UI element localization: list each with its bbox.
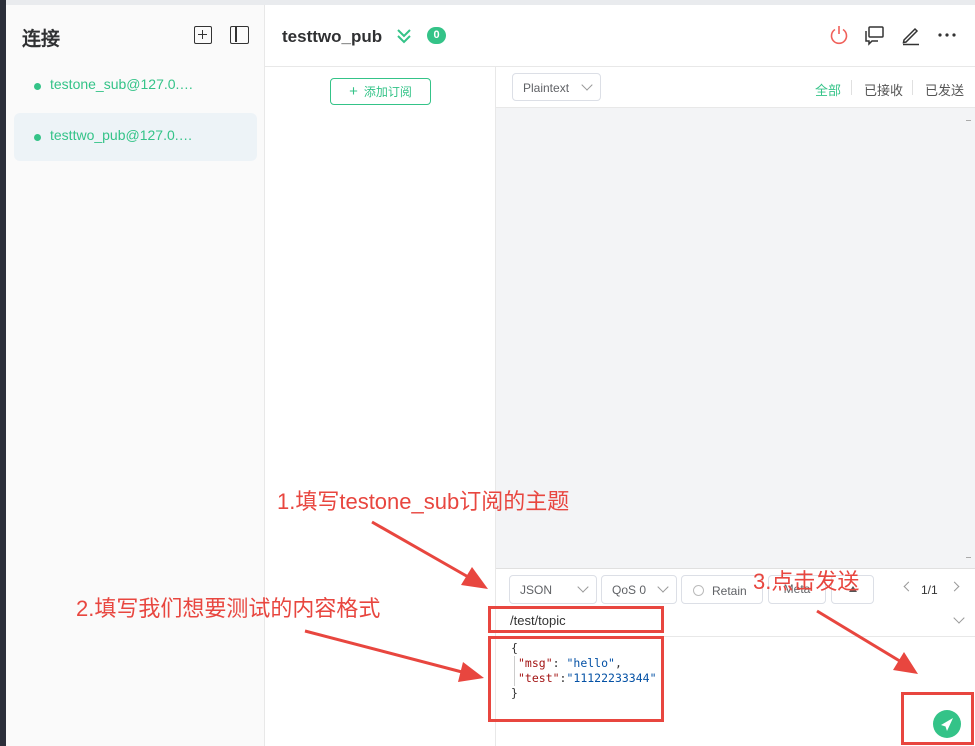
retain-label: Retain (712, 584, 747, 598)
subscriptions-panel: + 添加订阅 (265, 67, 496, 746)
message-format-value: Plaintext (523, 81, 570, 95)
edit-icon[interactable] (900, 24, 922, 46)
filter-divider (851, 80, 852, 95)
connections-sidebar: 连接 testone_sub@127.0.… testtwo_pub@127.0… (6, 5, 265, 746)
message-count-badge: 0 (427, 27, 446, 44)
connection-item-testone-sub[interactable]: testone_sub@127.0.… (14, 62, 257, 110)
qos-select[interactable]: QoS 0 (601, 575, 677, 604)
add-subscription-button[interactable]: + 添加订阅 (330, 78, 431, 105)
radio-circle-icon (693, 585, 704, 596)
payload-format-select[interactable]: JSON (509, 575, 597, 604)
chevron-down-icon (581, 79, 593, 91)
more-horizontal-icon[interactable] (936, 24, 958, 46)
message-toolbar: Plaintext 全部 已接收 已发送 (496, 67, 975, 108)
message-format-select[interactable]: Plaintext (512, 73, 601, 101)
status-dot (34, 134, 41, 141)
add-subscription-label: 添加订阅 (363, 85, 412, 99)
filter-received[interactable]: 已接收 (864, 80, 903, 99)
annotation-box-payload (488, 636, 664, 722)
connection-label: testtwo_pub@127.0.… (50, 127, 193, 143)
payload-format-value: JSON (520, 583, 553, 597)
annotation-box-send (901, 692, 974, 745)
power-icon[interactable] (828, 24, 850, 46)
chevron-down-icon (657, 581, 669, 593)
annotation-step3: 3.点击发送 (753, 569, 860, 594)
chevron-down-icon[interactable] (953, 612, 965, 624)
status-dot (34, 83, 41, 90)
annotation-step2: 2.填写我们想要测试的内容格式 (76, 596, 381, 621)
chevron-right-icon[interactable] (949, 581, 960, 592)
sidebar-panel-icon[interactable] (230, 26, 249, 44)
filter-sent[interactable]: 已发送 (925, 80, 964, 99)
chevron-left-icon[interactable] (903, 581, 914, 592)
connection-title: testtwo_pub (282, 27, 383, 46)
chevron-down-icon (577, 581, 589, 593)
annotation-box-topic (488, 606, 664, 633)
plus-square-icon[interactable] (194, 26, 212, 44)
connection-label: testone_sub@127.0.… (50, 76, 194, 92)
filter-divider (912, 80, 913, 95)
chat-window-icon[interactable] (864, 24, 886, 46)
mqttx-app: 连接 testone_sub@127.0.… testtwo_pub@127.0… (0, 0, 975, 746)
qos-value: QoS 0 (612, 583, 647, 597)
scrollbar-mark (966, 557, 971, 558)
annotation-step1: 1.填写testone_sub订阅的主题 (277, 489, 570, 514)
double-chevron-down-icon[interactable] (396, 26, 412, 46)
connection-item-testtwo-pub[interactable]: testtwo_pub@127.0.… (14, 113, 257, 161)
connection-header: testtwo_pub 0 (265, 5, 975, 67)
pager-indicator: 1/1 (921, 583, 938, 597)
scrollbar-mark (966, 120, 971, 121)
plus-icon: + (349, 83, 358, 100)
retain-checkbox[interactable]: Retain (681, 575, 763, 604)
sidebar-title: 连接 (22, 29, 61, 50)
filter-all[interactable]: 全部 (815, 80, 841, 99)
